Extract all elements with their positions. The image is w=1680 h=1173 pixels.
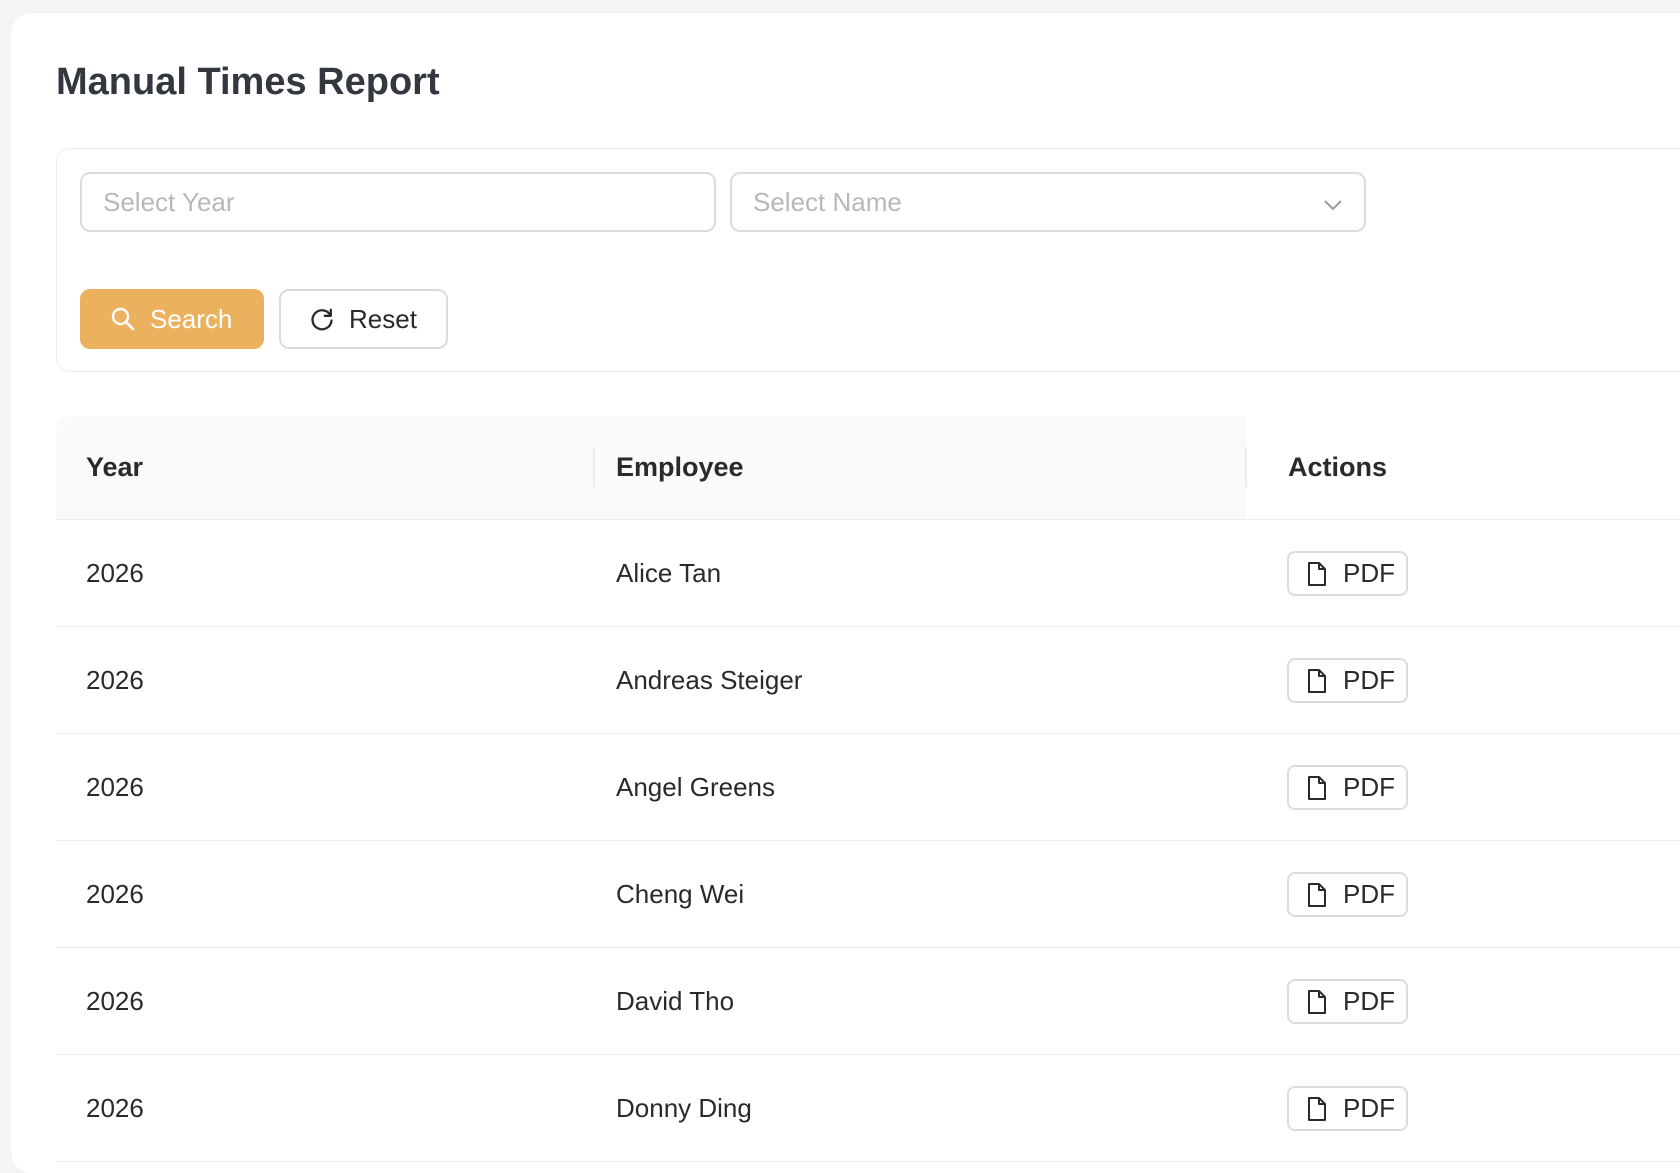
pdf-button-label: PDF [1343, 558, 1395, 588]
cell-employee: Donny Ding [616, 1092, 752, 1123]
table-row: 2026 Cheng Wei PDF [56, 841, 1680, 948]
table-row: 2026 Alice Tan PDF [56, 520, 1680, 627]
pdf-button-label: PDF [1343, 879, 1395, 909]
search-button[interactable]: Search [80, 289, 264, 349]
file-icon [1308, 668, 1326, 693]
file-icon [1308, 561, 1326, 586]
file-icon [1308, 775, 1326, 800]
pdf-button[interactable]: PDF [1287, 765, 1408, 810]
cell-year: 2026 [86, 771, 144, 802]
file-icon [1308, 1096, 1326, 1121]
cell-year: 2026 [86, 557, 144, 588]
column-divider [593, 447, 595, 487]
cell-year: 2026 [86, 985, 144, 1016]
cell-employee: Angel Greens [616, 771, 775, 802]
filter-panel: Select Year Select Name Search Reset [56, 148, 1680, 372]
table-row: 2026 Andreas Steiger PDF [56, 627, 1680, 734]
column-header-employee[interactable]: Employee [616, 416, 744, 519]
search-icon [111, 307, 135, 331]
cell-year: 2026 [86, 1092, 144, 1123]
search-button-label: Search [150, 303, 233, 334]
cell-employee: Cheng Wei [616, 878, 745, 909]
cell-year: 2026 [86, 878, 144, 909]
table-row: 2026 David Tho PDF [56, 948, 1680, 1055]
column-header-actions: Actions [1288, 452, 1388, 482]
name-select-placeholder: Select Name [753, 186, 902, 217]
cell-year: 2026 [86, 664, 144, 695]
file-icon [1308, 882, 1326, 907]
reset-button-label: Reset [349, 303, 417, 334]
table-header: Year Employee Actions [56, 416, 1680, 520]
column-divider [1245, 447, 1247, 487]
file-icon [1308, 989, 1326, 1014]
reset-button[interactable]: Reset [279, 289, 448, 349]
report-table: Year Employee Actions 2026 Alice Tan PDF… [56, 416, 1680, 1162]
pdf-button[interactable]: PDF [1287, 551, 1408, 596]
pdf-button[interactable]: PDF [1287, 872, 1408, 917]
pdf-button-label: PDF [1343, 772, 1395, 802]
pdf-button-label: PDF [1343, 1093, 1395, 1123]
cell-employee: Alice Tan [616, 557, 722, 588]
year-select-placeholder: Select Year [103, 186, 235, 217]
table-row: 2026 Angel Greens PDF [56, 734, 1680, 841]
column-header-year[interactable]: Year [86, 416, 143, 519]
name-select[interactable]: Select Name [730, 172, 1366, 232]
cell-employee: Andreas Steiger [616, 664, 803, 695]
chevron-down-icon [1322, 192, 1344, 214]
page-title: Manual Times Report [56, 61, 440, 103]
pdf-button[interactable]: PDF [1287, 1086, 1408, 1131]
pdf-button[interactable]: PDF [1287, 658, 1408, 703]
pdf-button[interactable]: PDF [1287, 979, 1408, 1024]
reload-icon [311, 308, 333, 331]
pdf-button-label: PDF [1343, 986, 1395, 1016]
year-select[interactable]: Select Year [80, 172, 716, 232]
page-card: Manual Times Report Select Year Select N… [11, 13, 1680, 1173]
table-row: 2026 Donny Ding PDF [56, 1055, 1680, 1162]
cell-employee: David Tho [616, 985, 735, 1016]
pdf-button-label: PDF [1343, 665, 1395, 695]
